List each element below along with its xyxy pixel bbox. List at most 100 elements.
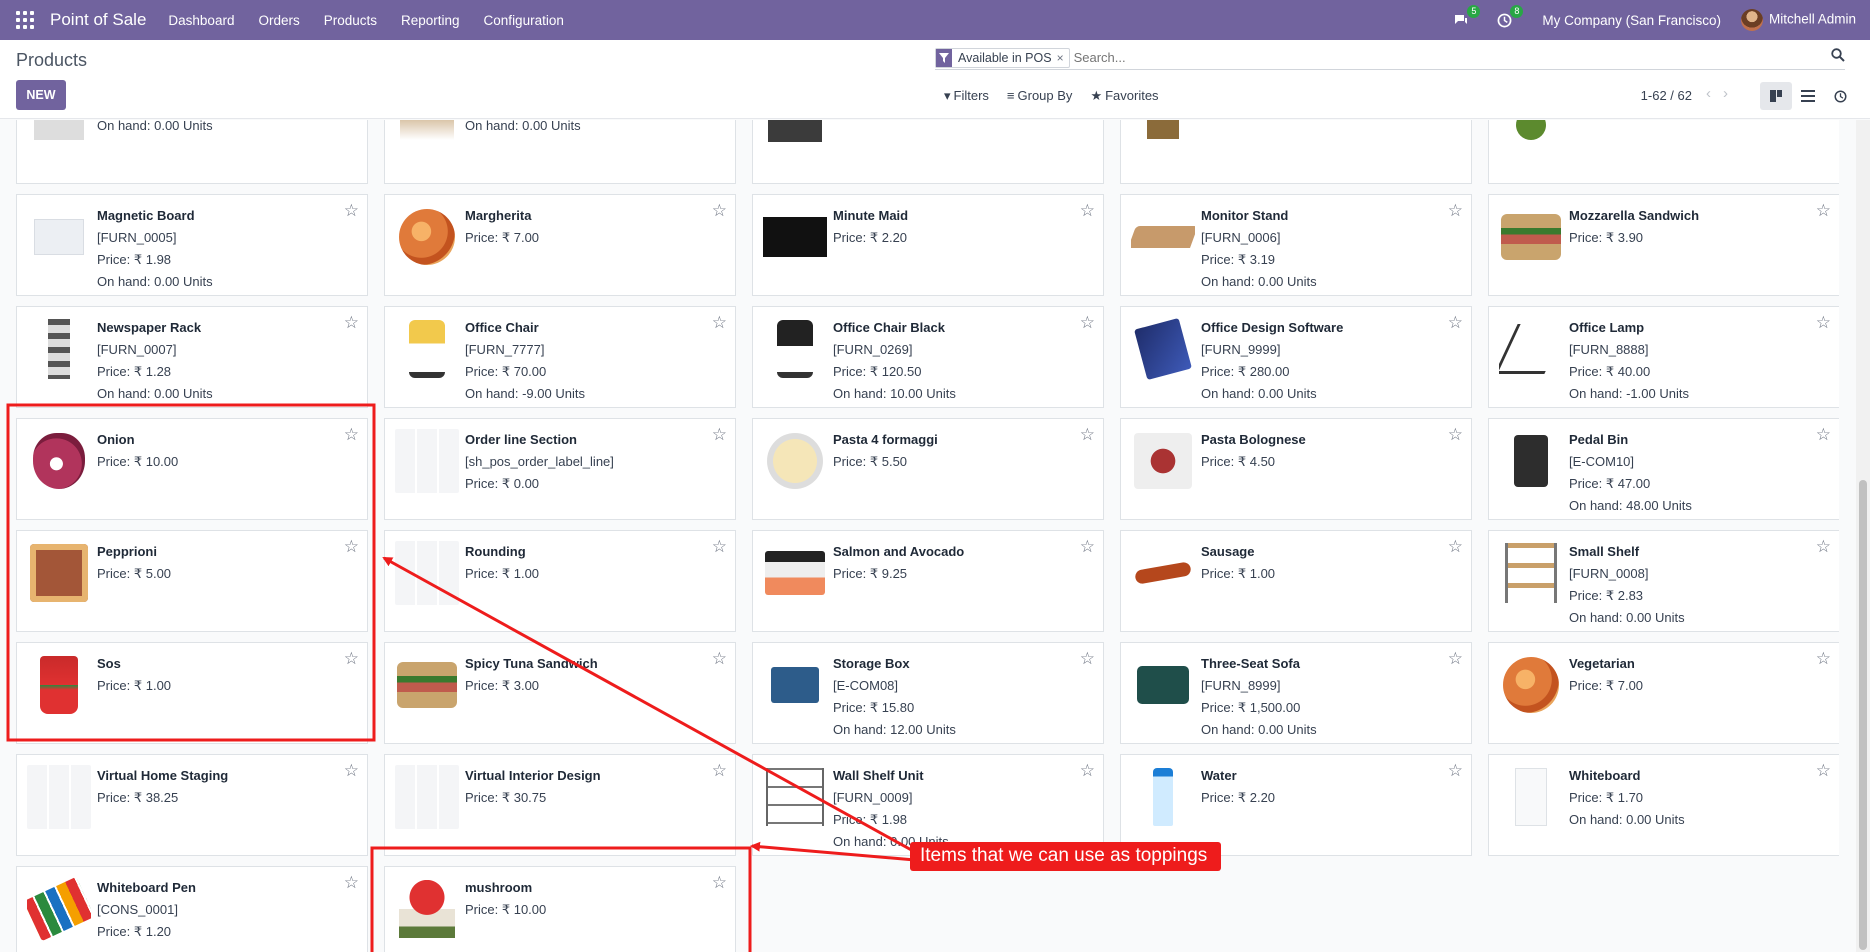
filters-dropdown[interactable]: ▾ Filters [944,88,989,104]
scrollbar[interactable] [1856,120,1870,952]
product-card[interactable]: Three-Seat Sofa [FURN_8999] Price: ₹ 1,500… [1120,642,1472,744]
product-card[interactable]: Rounding Price: ₹ 1.00 ☆ [384,530,736,632]
pager-value[interactable]: 1-62 / 62 [1641,88,1692,103]
product-card[interactable]: Office Lamp [FURN_8888] Price: ₹ 40.00 On h… [1488,306,1839,408]
favorite-star-icon[interactable]: ☆ [344,537,359,557]
product-card[interactable]: Whiteboard Pen [CONS_0001] Price: ₹ 1.20 ☆ [16,866,368,952]
apps-menu-icon[interactable] [16,10,36,30]
search-icon[interactable] [1831,48,1845,65]
favorite-star-icon[interactable]: ☆ [712,313,727,333]
favorite-star-icon[interactable]: ☆ [712,873,727,893]
facet-remove-icon[interactable]: × [1057,51,1069,65]
groupby-dropdown[interactable]: ≡ Group By [1007,88,1073,104]
favorite-star-icon[interactable]: ☆ [344,313,359,333]
search-facet: Available in POS × [935,47,1070,68]
search-input[interactable] [1073,50,1845,65]
favorite-star-icon[interactable]: ☆ [1448,761,1463,781]
favorite-star-icon[interactable]: ☆ [1080,761,1095,781]
product-card[interactable]: Storage Box [E-COM08] Price: ₹ 15.80 On han… [752,642,1104,744]
favorite-star-icon[interactable]: ☆ [712,425,727,445]
product-card[interactable]: Vegetarian Price: ₹ 7.00 ☆ [1488,642,1839,744]
favorite-star-icon[interactable]: ☆ [1080,537,1095,557]
menu-products[interactable]: Products [324,13,377,28]
product-card[interactable]: Margherita Price: ₹ 7.00 ☆ [384,194,736,296]
product-card[interactable] [1488,120,1839,184]
product-card[interactable]: Salmon and Avocado Price: ₹ 9.25 ☆ [752,530,1104,632]
favorite-star-icon[interactable]: ☆ [344,201,359,221]
product-card[interactable]: Sos Price: ₹ 1.00 ☆ [16,642,368,744]
user-menu[interactable]: Mitchell Admin [1740,9,1856,31]
product-card[interactable]: Pasta 4 formaggi Price: ₹ 5.50 ☆ [752,418,1104,520]
activities-button[interactable]: 8 [1497,4,1524,28]
favorite-star-icon[interactable]: ☆ [1448,425,1463,445]
product-card[interactable]: Mozzarella Sandwich Price: ₹ 3.90 ☆ [1488,194,1839,296]
product-card[interactable]: Wall Shelf Unit [FURN_0009] Price: ₹ 1.98 O… [752,754,1104,856]
favorite-star-icon[interactable]: ☆ [712,537,727,557]
favorite-star-icon[interactable]: ☆ [344,649,359,669]
product-card[interactable]: Order line Section [sh_pos_order_label_li… [384,418,736,520]
favorite-star-icon[interactable]: ☆ [344,761,359,781]
favorite-star-icon[interactable]: ☆ [1448,537,1463,557]
favorite-star-icon[interactable]: ☆ [712,649,727,669]
control-panel: Products NEW Available in POS × ▾Filters… [0,40,1870,119]
product-card[interactable]: Whiteboard Price: ₹ 1.70 On hand: 0.00 Uni… [1488,754,1839,856]
favorite-star-icon[interactable]: ☆ [1080,201,1095,221]
favorite-star-icon[interactable]: ☆ [712,761,727,781]
favorite-star-icon[interactable]: ☆ [1448,313,1463,333]
product-card[interactable] [752,120,1104,184]
favorite-star-icon[interactable]: ☆ [1448,201,1463,221]
favorite-star-icon[interactable]: ☆ [1816,201,1831,221]
product-detail: Price: ₹ 10.00 [97,454,179,469]
favorite-star-icon[interactable]: ☆ [344,873,359,893]
product-card[interactable]: Office Chair Black [FURN_0269] Price: ₹ 12… [752,306,1104,408]
favorite-star-icon[interactable]: ☆ [1816,425,1831,445]
product-card[interactable]: Onion Price: ₹ 10.00 ☆ [16,418,368,520]
favorite-star-icon[interactable]: ☆ [1448,649,1463,669]
product-card[interactable]: mushroom Price: ₹ 10.00 ☆ [384,866,736,952]
product-card[interactable]: Office Design Software [FURN_9999] Price: … [1120,306,1472,408]
new-button[interactable]: NEW [16,80,66,110]
product-card[interactable]: Pasta Bolognese Price: ₹ 4.50 ☆ [1120,418,1472,520]
activity-view-button[interactable] [1824,82,1856,110]
menu-orders[interactable]: Orders [258,13,299,28]
menu-dashboard[interactable]: Dashboard [168,13,234,28]
favorite-star-icon[interactable]: ☆ [344,425,359,445]
company-switcher[interactable]: My Company (San Francisco) [1542,13,1721,28]
product-card[interactable]: Virtual Home Staging Price: ₹ 38.25 ☆ [16,754,368,856]
favorite-star-icon[interactable]: ☆ [1080,313,1095,333]
scrollbar-thumb[interactable] [1859,480,1867,950]
product-card[interactable]: Pedal Bin [E-COM10] Price: ₹ 47.00 On hand:… [1488,418,1839,520]
product-card[interactable]: Magnetic Board [FURN_0005] Price: ₹ 1.98 On… [16,194,368,296]
product-card[interactable]: Newspaper Rack [FURN_0007] Price: ₹ 1.28 On… [16,306,368,408]
kanban-view-button[interactable] [1760,82,1792,110]
product-card[interactable]: Sausage Price: ₹ 1.00 ☆ [1120,530,1472,632]
favorite-star-icon[interactable]: ☆ [1816,537,1831,557]
messages-button[interactable]: 5 [1453,4,1481,28]
product-card[interactable]: Spicy Tuna Sandwich Price: ₹ 3.00 ☆ [384,642,736,744]
product-card[interactable]: Water Price: ₹ 2.20 ☆ [1120,754,1472,856]
list-view-button[interactable] [1792,82,1824,110]
app-brand[interactable]: Point of Sale [50,10,146,30]
favorite-star-icon[interactable]: ☆ [1816,649,1831,669]
product-card[interactable]: Monitor Stand [FURN_0006] Price: ₹ 3.19 On … [1120,194,1472,296]
menu-reporting[interactable]: Reporting [401,13,460,28]
favorite-star-icon[interactable]: ☆ [1816,313,1831,333]
product-name: Office Lamp [1569,320,1645,335]
product-card[interactable] [1120,120,1472,184]
pager-next-icon[interactable]: › [1723,85,1740,102]
product-detail: Price: ₹ 280.00 [1201,364,1290,379]
menu-configuration[interactable]: Configuration [484,13,564,28]
favorite-star-icon[interactable]: ☆ [712,201,727,221]
product-card[interactable]: Price: ₹ 4.80On hand: 0.00 Units [384,120,736,184]
favorites-dropdown[interactable]: ★ Favorites [1090,88,1158,104]
product-card[interactable]: Office Chair [FURN_7777] Price: ₹ 70.00 On … [384,306,736,408]
product-card[interactable]: Price: ₹ 4,000.00On hand: 0.00 Units [16,120,368,184]
product-card[interactable]: Peppri­oni Price: ₹ 5.00 ☆ [16,530,368,632]
pager-previous-icon[interactable]: ‹ [1706,85,1723,102]
favorite-star-icon[interactable]: ☆ [1080,425,1095,445]
product-card[interactable]: Virtual Interior Design Price: ₹ 30.75 ☆ [384,754,736,856]
favorite-star-icon[interactable]: ☆ [1080,649,1095,669]
product-card[interactable]: Small Shelf [FURN_0008] Price: ₹ 2.83 On ha… [1488,530,1839,632]
product-card[interactable]: Minute Maid Price: ₹ 2.20 ☆ [752,194,1104,296]
favorite-star-icon[interactable]: ☆ [1816,761,1831,781]
